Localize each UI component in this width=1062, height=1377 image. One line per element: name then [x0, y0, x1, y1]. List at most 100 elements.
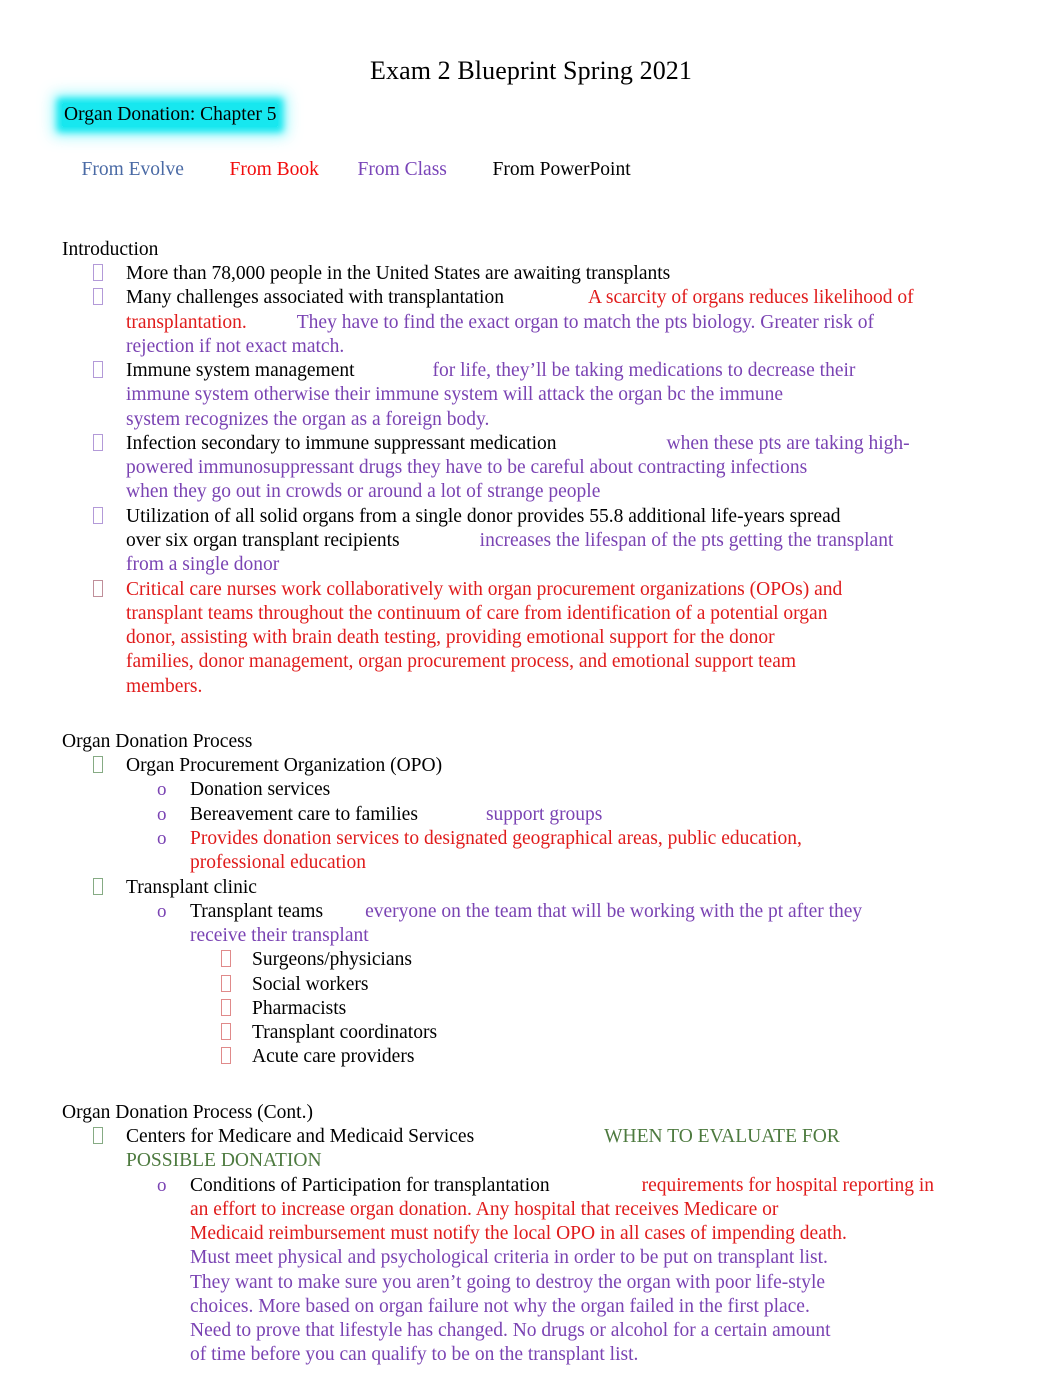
bullet-box-icon: [221, 997, 231, 1021]
list-item-text: of time before you can qualify to be on …: [190, 1344, 639, 1366]
list-item: Many challenges associated with transpla…: [93, 286, 1062, 359]
text-black: Bereavement care to families: [190, 803, 418, 825]
list-item-text: Transplant clinic: [126, 876, 257, 898]
page-title: Exam 2 Blueprint Spring 2021: [370, 56, 692, 85]
text-red: A scarcity of organs reduces likelihood …: [587, 287, 914, 309]
list-item-text: Donation services: [190, 779, 331, 801]
list-item: Centers for Medicare and Medicaid Servic…: [93, 1125, 1062, 1174]
list-item: Critical care nurses work collaborativel…: [93, 578, 1062, 699]
bullet-box-icon: [93, 505, 103, 529]
list-item-text: Pharmacists: [252, 997, 347, 1019]
list-item-text: Conditions of Participation for transpla…: [190, 1174, 1062, 1198]
chapter-heading-highlight: Organ Donation: Chapter 5: [62, 102, 279, 127]
list-item-text: choices. More based on organ failure not…: [190, 1295, 810, 1317]
list-item-text: transplantation. They have to find the ex…: [126, 311, 1062, 335]
list-item-text: Surgeons/physicians: [252, 949, 412, 971]
legend-from-class: From Class: [357, 159, 447, 180]
list-item: Infection secondary to immune suppressan…: [93, 432, 1062, 505]
text-green: WHEN TO EVALUATE FOR: [604, 1126, 840, 1148]
list-item-text: Infection secondary to immune suppressan…: [126, 432, 1062, 456]
list-item-text: transplant teams throughout the continuu…: [126, 602, 828, 624]
list-item-text: Medicaid reimbursement must notify the l…: [190, 1223, 847, 1245]
document-page: Exam 2 Blueprint Spring 2021 Organ Donat…: [0, 0, 1062, 1377]
list-item-text: Must meet physical and psychological cri…: [190, 1247, 828, 1269]
list-item: o Transplant teams everyone on the team t…: [157, 900, 1062, 949]
text-purple: support groups: [485, 803, 603, 825]
list-item-text: rejection if not exact match.: [126, 335, 345, 357]
list-item-text: Many challenges associated with transpla…: [126, 286, 1062, 310]
text-purple: increases the lifespan of the pts gettin…: [479, 530, 894, 552]
list-item: Utilization of all solid organs from a s…: [93, 505, 1062, 578]
text-black: Infection secondary to immune suppressan…: [126, 432, 557, 454]
list-item-text: families, donor management, organ procur…: [126, 651, 797, 673]
bullet-box-icon: [93, 432, 103, 456]
bullet-box-icon: [221, 973, 231, 997]
list-item-text: They want to make sure you aren’t going …: [190, 1271, 826, 1293]
list-item: o Donation services: [157, 778, 1062, 802]
list-item-text: Transplant teams everyone on the team tha…: [190, 900, 1062, 924]
list-item-text: Organ Procurement Organization (OPO): [126, 755, 443, 777]
list-item-text: Need to prove that lifestyle has changed…: [190, 1320, 831, 1342]
list-item: o Provides donation services to designat…: [157, 827, 1062, 876]
text-black: Centers for Medicare and Medicaid Servic…: [126, 1126, 475, 1148]
list-item-text: Immune system management for life, they’l…: [126, 359, 1062, 383]
list-item: o Conditions of Participation for transp…: [157, 1174, 1062, 1368]
bullet-box-icon: [221, 1021, 231, 1045]
bullet-box-icon: [93, 359, 103, 383]
text-purple: They have to find the exact organ to mat…: [296, 311, 875, 333]
bullet-circle-marker: o: [157, 1174, 167, 1196]
color-legend: From Evolve From Book From Class From Power…: [62, 134, 1062, 207]
bullet-circle-marker: o: [157, 900, 167, 922]
list-item-text: professional education: [190, 852, 366, 874]
list-item: Immune system management for life, they’l…: [93, 359, 1062, 432]
chapter-heading: Organ Donation: Chapter 5: [62, 102, 1062, 128]
text-red: transplantation.: [126, 311, 247, 333]
list-item-text: from a single donor: [126, 554, 280, 576]
legend-from-powerpoint: From PowerPoint: [492, 159, 631, 180]
list-item-text: Acute care providers: [252, 1046, 415, 1068]
bullet-box-icon: [93, 262, 103, 286]
text-purple: everyone on the team that will be workin…: [365, 900, 863, 922]
text-red: requirements for hospital reporting in: [641, 1174, 935, 1196]
bullet-circle-marker: o: [157, 828, 167, 850]
text-black: Immune system management: [126, 360, 355, 382]
text-black: over six organ transplant recipients: [126, 530, 400, 552]
list-item-text: system recognizes the organ as a foreign…: [126, 408, 490, 430]
list-item-text: immune system otherwise their immune sys…: [126, 384, 784, 406]
text-purple: for life, they’ll be taking medications …: [432, 360, 856, 382]
bullet-box-icon: [93, 286, 103, 310]
list-item-text: Critical care nurses work collaborativel…: [126, 578, 843, 600]
list-item-text: Transplant coordinators: [252, 1022, 438, 1044]
bullet-box-icon: [221, 948, 231, 972]
bullet-circle-marker: o: [157, 803, 167, 825]
section-heading-introduction: Introduction: [62, 238, 159, 260]
text-black: Many challenges associated with transpla…: [126, 287, 504, 309]
list-item-text: More than 78,000 people in the United St…: [126, 263, 671, 285]
list-item-text: over six organ transplant recipients incr…: [126, 529, 1062, 553]
section-heading-process-cont: Organ Donation Process (Cont.): [62, 1101, 313, 1123]
list-item-text: donor, assisting with brain death testin…: [126, 627, 775, 649]
bullet-box-icon: [221, 1045, 231, 1069]
text-purple: when these pts are taking high-: [666, 432, 910, 454]
list-item: More than 78,000 people in the United St…: [93, 262, 1062, 286]
bullet-box-icon: [93, 1125, 103, 1149]
list-item-text: receive their transplant: [190, 925, 369, 947]
list-item-text: Centers for Medicare and Medicaid Servic…: [126, 1125, 1062, 1149]
list-item-text: powered immunosuppressant drugs they hav…: [126, 457, 808, 479]
list-item-text: Utilization of all solid organs from a s…: [126, 505, 841, 527]
list-item: o Bereavement care to families support gr…: [157, 803, 1062, 827]
text-black: Transplant teams: [190, 900, 324, 922]
list-item-text: members.: [126, 675, 203, 697]
section-heading-process: Organ Donation Process: [62, 730, 253, 752]
list-item-text: an effort to increase organ donation. An…: [190, 1198, 779, 1220]
list-item-text: Social workers: [252, 973, 369, 995]
list-item-text: Provides donation services to designated…: [190, 828, 802, 850]
list-item-text: POSSIBLE DONATION: [126, 1150, 322, 1172]
bullet-box-icon: [93, 754, 103, 778]
bullet-box-icon: [93, 578, 103, 602]
list-item: Pharmacists: [221, 997, 1062, 1021]
list-item-text: Bereavement care to families support grou…: [190, 803, 1062, 827]
list-item: Transplant coordinators: [221, 1021, 1062, 1045]
legend-from-evolve: From Evolve: [81, 159, 184, 180]
bullet-box-icon: [93, 876, 103, 900]
